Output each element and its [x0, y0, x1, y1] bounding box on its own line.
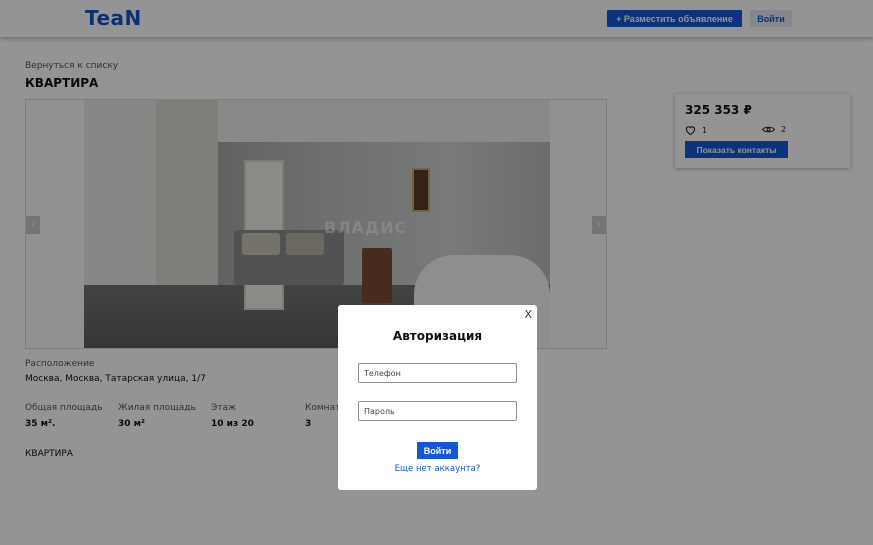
close-icon[interactable]: X — [524, 308, 532, 321]
login-submit-button[interactable]: Войти — [417, 442, 458, 459]
register-link[interactable]: Еще нет аккаунта? — [338, 464, 537, 474]
phone-input[interactable] — [358, 363, 517, 383]
modal-title: Авторизация — [392, 329, 483, 343]
auth-modal: X Авторизация Войти Еще нет аккаунта? — [338, 305, 537, 490]
password-input[interactable] — [358, 401, 517, 421]
